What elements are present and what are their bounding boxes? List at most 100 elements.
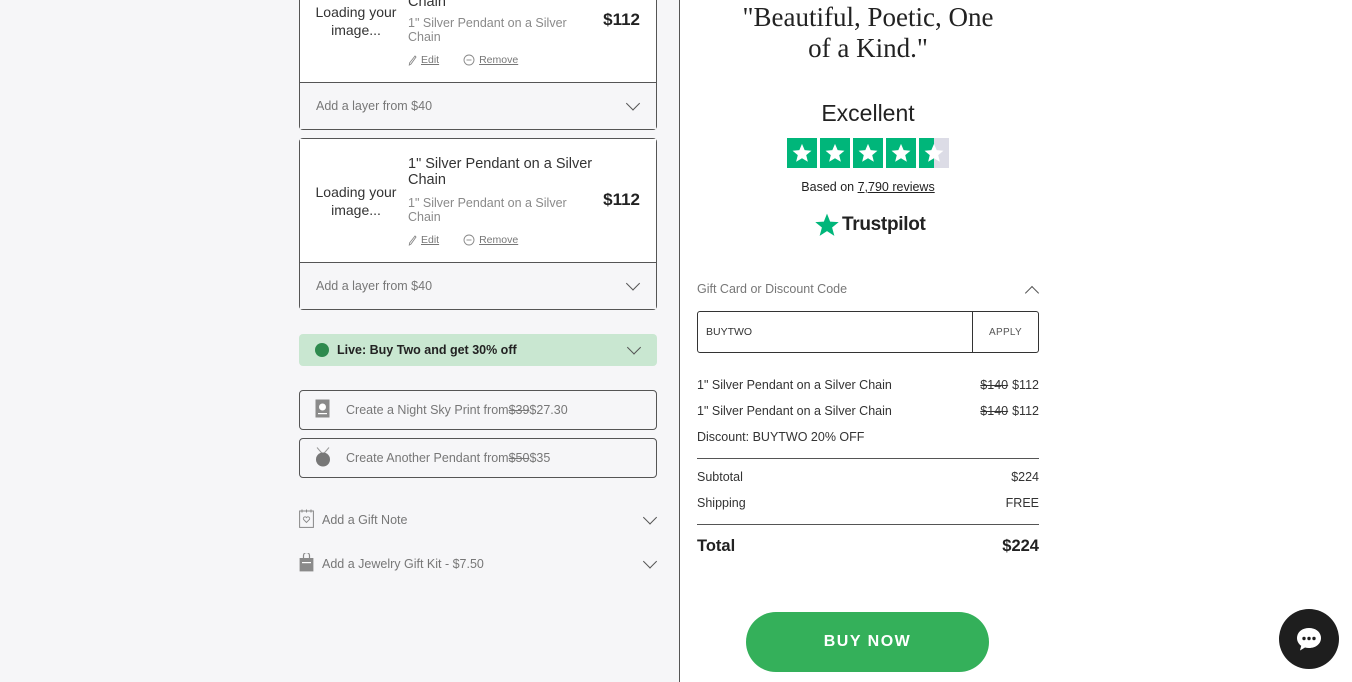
gift-note-label: Add a Gift Note	[322, 513, 408, 527]
print-icon	[315, 399, 330, 421]
divider	[697, 458, 1039, 459]
upsell-new-price: $35	[529, 451, 551, 465]
line-item-name: 1" Silver Pendant on a Silver Chain	[697, 378, 892, 392]
discount-code-toggle[interactable]: Gift Card or Discount Code	[697, 282, 1040, 301]
item-title: Chain	[408, 0, 446, 10]
trustpilot-logo[interactable]: Trustpilot	[814, 212, 926, 238]
chevron-down-icon	[625, 96, 641, 111]
cart-panel: Loading your image... Chain 1" Silver Pe…	[0, 0, 680, 682]
apply-discount-button[interactable]: APPLY	[972, 312, 1038, 352]
line-item-price: $140 $112	[980, 404, 1039, 418]
chevron-down-icon	[625, 276, 641, 291]
chat-bubble-icon	[1297, 628, 1321, 651]
trustpilot-rating-word: Excellent	[821, 100, 915, 126]
chevron-down-icon	[642, 510, 658, 525]
edit-button[interactable]: Edit	[408, 54, 439, 66]
cart-item-card: Loading your image... 1" Silver Pendant …	[299, 138, 657, 310]
jewelry-gift-kit-toggle[interactable]: Add a Jewelry Gift Kit - $7.50	[299, 551, 658, 576]
cart-item: Loading your image... 1" Silver Pendant …	[300, 139, 656, 262]
cart-item: Loading your image... Chain 1" Silver Pe…	[300, 0, 656, 82]
remove-icon	[463, 54, 475, 66]
item-subtitle: 1" Silver Pendant on a Silver Chain	[408, 196, 567, 224]
gift-note-icon	[299, 509, 314, 531]
total-value: $224	[1002, 537, 1039, 555]
add-layer-dropdown[interactable]: Add a layer from $40	[300, 82, 656, 129]
item-actions: Edit Remove	[408, 234, 518, 246]
edit-label: Edit	[421, 54, 440, 66]
edit-label: Edit	[421, 234, 440, 246]
chat-button[interactable]	[1279, 609, 1339, 669]
testimonial-quote: "Beautiful, Poetic, One of a Kind."	[742, 2, 994, 63]
upsell-new-price: $27.30	[529, 403, 568, 417]
add-layer-label: Add a layer from $40	[316, 99, 433, 113]
gift-kit-label: Add a Jewelry Gift Kit - $7.50	[322, 557, 484, 571]
live-dot-icon	[315, 343, 329, 357]
star-icon	[820, 138, 850, 168]
shipping-row: Shipping FREE	[697, 496, 1039, 510]
gift-note-toggle[interactable]: Add a Gift Note	[299, 508, 658, 532]
star-icon	[853, 138, 883, 168]
item-title: 1" Silver Pendant on a Silver Chain	[408, 156, 593, 188]
upsell-prefix: Create a Night Sky Print from	[346, 403, 509, 417]
discount-header-label: Gift Card or Discount Code	[697, 282, 848, 296]
line-item-new-price: $112	[1012, 378, 1039, 392]
item-image-placeholder: Loading your image...	[315, 4, 397, 38]
total-row: Total $224	[697, 537, 1039, 556]
summary-line-item: 1" Silver Pendant on a Silver Chain $140…	[697, 378, 1039, 392]
subtotal-label: Subtotal	[697, 470, 743, 484]
remove-icon	[463, 234, 475, 246]
line-item-name: 1" Silver Pendant on a Silver Chain	[697, 404, 892, 418]
shipping-value: FREE	[1005, 496, 1039, 510]
pendant-icon	[315, 447, 331, 470]
edit-button[interactable]: Edit	[408, 234, 439, 246]
add-layer-label: Add a layer from $40	[316, 279, 433, 293]
promo-banner[interactable]: Live: Buy Two and get 30% off	[299, 334, 657, 366]
pencil-icon	[408, 54, 417, 66]
summary-line-item: 1" Silver Pendant on a Silver Chain $140…	[697, 404, 1039, 418]
subtotal-row: Subtotal $224	[697, 470, 1039, 484]
promo-text: Live: Buy Two and get 30% off	[337, 343, 517, 357]
chevron-up-icon	[1024, 285, 1040, 301]
buy-now-button[interactable]: BUY NOW	[746, 612, 989, 672]
remove-label: Remove	[479, 234, 519, 246]
divider	[697, 524, 1039, 525]
item-price: $112	[603, 190, 640, 209]
discount-line: Discount: BUYTWO 20% OFF	[697, 430, 1039, 444]
upsell-old-price: $39	[508, 403, 530, 417]
line-item-new-price: $112	[1012, 404, 1039, 418]
total-label: Total	[697, 537, 736, 555]
remove-label: Remove	[479, 54, 519, 66]
star-icon	[886, 138, 916, 168]
shipping-label: Shipping	[697, 496, 746, 510]
discount-code-form: APPLY	[697, 311, 1039, 353]
item-subtitle: 1" Silver Pendant on a Silver Chain	[408, 16, 567, 44]
trustpilot-based-on: Based on 7,790 reviews	[768, 180, 968, 194]
star-icon	[787, 138, 817, 168]
line-item-old-price: $140	[980, 404, 1009, 418]
chevron-down-icon	[642, 554, 658, 569]
line-item-price: $140 $112	[980, 378, 1039, 392]
another-pendant-upsell-button[interactable]: Create Another Pendant from $50 $35	[299, 438, 657, 478]
chevron-down-icon	[626, 340, 642, 355]
trustpilot-star-icon	[815, 213, 839, 236]
remove-button[interactable]: Remove	[463, 234, 518, 246]
discount-line-text: Discount: BUYTWO 20% OFF	[697, 430, 865, 444]
night-sky-upsell-button[interactable]: Create a Night Sky Print from $39 $27.30	[299, 390, 657, 430]
based-on-text: Based on	[801, 180, 858, 194]
half-star-icon	[919, 138, 949, 168]
pencil-icon	[408, 234, 417, 246]
item-image-placeholder: Loading your image...	[315, 184, 397, 218]
line-item-old-price: $140	[980, 378, 1009, 392]
item-actions: Edit Remove	[408, 54, 518, 66]
discount-code-input[interactable]	[698, 312, 972, 352]
item-price: $112	[603, 10, 640, 29]
trustpilot-logo-text: Trustpilot	[842, 214, 926, 235]
subtotal-value: $224	[1011, 470, 1039, 484]
add-layer-dropdown[interactable]: Add a layer from $40	[300, 262, 656, 309]
remove-button[interactable]: Remove	[463, 54, 518, 66]
upsell-prefix: Create Another Pendant from	[346, 451, 509, 465]
trustpilot-stars	[787, 138, 949, 168]
review-count-link[interactable]: 7,790 reviews	[858, 180, 935, 194]
gift-bag-icon	[299, 551, 314, 575]
cart-item-card: Loading your image... Chain 1" Silver Pe…	[299, 0, 657, 130]
